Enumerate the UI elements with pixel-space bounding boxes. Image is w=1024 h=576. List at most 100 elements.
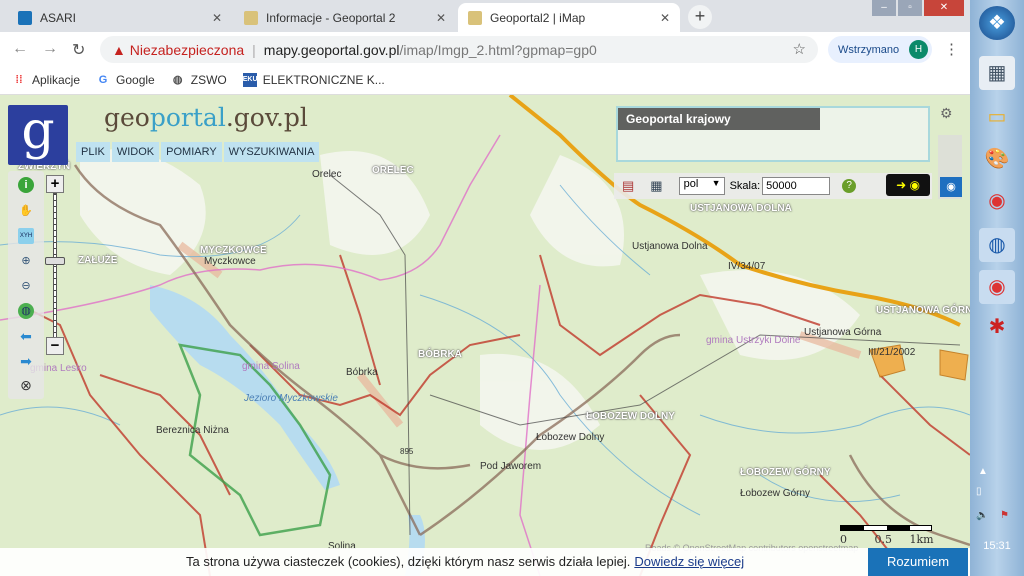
clear-icon[interactable]: ⊗ [18, 377, 34, 393]
close-tab-icon[interactable]: ✕ [436, 11, 446, 25]
close-window-button[interactable]: ✕ [924, 0, 964, 16]
learn-more-link[interactable]: Dowiedz się więcej [634, 554, 744, 569]
menu-plik[interactable]: PLIK [76, 142, 110, 162]
maximize-button[interactable]: ▫ [898, 0, 922, 16]
profile-button[interactable]: WstrzymanoH [828, 36, 932, 63]
chrome-icon[interactable]: ◉ [979, 184, 1015, 218]
map-canvas[interactable]: ZWIERZYŃ ORELEC Orelec MYCZKOWCE Myczkow… [0, 95, 970, 576]
scale-tick: 0.5 [875, 533, 893, 546]
accept-cookies-button[interactable]: Rozumiem [868, 548, 968, 576]
profile-label: Wstrzymano [838, 44, 899, 56]
globe-icon: ◍ [171, 73, 185, 87]
zoom-rail[interactable] [53, 193, 57, 338]
map-tools-panel: i ✋ XYH ⊕ ⊖ ◍ ⬅ ➡ ⊗ [8, 171, 44, 399]
scale-bar-graphic [840, 525, 932, 531]
address-bar[interactable]: ▲ Niezabezpieczona | mapy.geoportal.gov.… [100, 36, 818, 63]
close-tab-icon[interactable]: ✕ [212, 11, 222, 25]
zoom-slider[interactable]: + − [46, 175, 64, 355]
zoom-minus-button[interactable]: − [46, 337, 64, 355]
help-icon[interactable]: ? [842, 179, 856, 193]
dropdown-arrow-icon: ▼ [712, 178, 721, 188]
bookmark-label: ZSWO [191, 73, 227, 87]
place-label: Pod Jaworem [480, 461, 541, 472]
network-icon[interactable]: ▯ [976, 486, 982, 497]
url-path: /imap/Imgp_2.html?gpmap=gp0 [399, 42, 596, 58]
info-icon[interactable]: i [18, 177, 34, 193]
xyh-coordinates-icon[interactable]: XYH [18, 228, 34, 244]
brand-part: .gov.pl [226, 103, 308, 132]
eye-toggle-button[interactable]: ◉ [940, 177, 962, 197]
clock[interactable]: 15:31 [970, 540, 1024, 552]
layer-visibility-button[interactable]: ➜ ◉ [886, 174, 930, 196]
geoportal-brand: geoportal.gov.pl [104, 103, 308, 132]
place-label: Bóbrka [346, 367, 378, 378]
bookmark-label: Google [116, 73, 155, 87]
zoom-out-icon[interactable]: ⊖ [18, 278, 34, 294]
zoom-in-icon[interactable]: ⊕ [18, 253, 34, 269]
close-tab-icon[interactable]: ✕ [660, 11, 670, 25]
menu-pomiary[interactable]: POMIARY [161, 142, 222, 162]
zoom-plus-button[interactable]: + [46, 175, 64, 193]
tab-title: Informacje - Geoportal 2 [266, 11, 395, 25]
language-value: pol [684, 178, 699, 190]
file-explorer-icon[interactable]: ▭ [979, 100, 1015, 134]
place-label: MYCZKOWCE [200, 245, 267, 256]
legend-list-icon[interactable]: ▤ [622, 178, 634, 194]
volume-icon[interactable]: 🔈 [976, 510, 988, 521]
security-status[interactable]: Niezabezpieczona [130, 42, 244, 58]
geoportal-favicon-icon [468, 11, 482, 25]
back-icon[interactable]: ← [12, 40, 28, 58]
more-menu-icon[interactable]: ⋮ [944, 40, 959, 58]
pan-hand-icon[interactable]: ✋ [18, 203, 34, 219]
puzzle-app-icon[interactable]: ✱ [979, 310, 1015, 344]
start-button[interactable]: ❖ [979, 6, 1015, 40]
place-label: ZAŁUŻE [78, 255, 117, 266]
place-label: Orelec [312, 169, 341, 180]
divider: | [252, 42, 256, 58]
asari-favicon-icon [18, 11, 32, 25]
wms-icon[interactable]: ▦ [650, 178, 662, 194]
previous-view-icon[interactable]: ⬅ [18, 328, 34, 344]
new-tab-button[interactable]: + [688, 5, 712, 29]
lake-label: Jezioro Myczkowskie [244, 393, 338, 404]
windows-taskbar: ❖ ▦ ▭ 🎨 ◉ ◍ ◉ ✱ ▲ ▯ 🔈 ⚑ 15:31 [970, 0, 1024, 576]
bookmark-star-icon[interactable]: ☆ [793, 40, 806, 58]
place-label: ORELEC [372, 165, 414, 176]
overview-map[interactable]: Geoportal krajowy [616, 106, 930, 162]
zoom-handle[interactable] [45, 257, 65, 265]
place-label: ŁOBOZEW DOLNY [586, 411, 675, 422]
menu-wyszukiwania[interactable]: WYSZUKIWANIA [224, 142, 320, 162]
paint-icon[interactable]: 🎨 [979, 142, 1015, 176]
map-control-bar: ▤ ▦ pol▼ Skala: 50000 ? ➜ ◉ [614, 173, 932, 199]
minimize-button[interactable]: – [872, 0, 896, 16]
google-icon: G [96, 73, 110, 87]
tab-asari[interactable]: ASARI ✕ [8, 3, 232, 32]
reload-icon[interactable]: ↻ [72, 40, 85, 60]
geoportal-favicon-icon [244, 11, 258, 25]
tab-informacje[interactable]: Informacje - Geoportal 2 ✕ [234, 3, 456, 32]
scale-input[interactable]: 50000 [762, 177, 830, 195]
brand-part: geo [104, 103, 150, 132]
tray-expand-icon[interactable]: ▲ [978, 466, 988, 477]
bookmark-elektroniczne[interactable]: EKUELEKTRONICZNE K... [243, 73, 385, 87]
bookmark-zswo[interactable]: ◍ ZSWO [171, 73, 227, 87]
eku-icon: EKU [243, 73, 257, 87]
bookmark-aplikacje[interactable]: ⁞⁞Aplikacje [12, 73, 80, 87]
settings-gear-icon[interactable]: ⚙ [940, 105, 953, 122]
bookmark-google[interactable]: G Google [96, 73, 155, 87]
geoportal-logo[interactable]: g [8, 105, 68, 165]
next-view-icon[interactable]: ➡ [18, 353, 34, 369]
forward-icon[interactable]: → [42, 40, 58, 58]
app-icon[interactable]: ◍ [979, 228, 1015, 262]
tab-geoportal-imap[interactable]: Geoportal2 | iMap✕ [458, 3, 680, 32]
full-extent-globe-icon[interactable]: ◍ [18, 303, 34, 319]
parcel-label: III/21/2002 [868, 347, 915, 358]
calculator-icon[interactable]: ▦ [979, 56, 1015, 90]
chrome-active-icon[interactable]: ◉ [979, 270, 1015, 304]
cookie-message: Ta strona używa ciasteczek (cookies), dz… [186, 554, 630, 569]
road-number-label: 895 [400, 447, 413, 456]
language-select[interactable]: pol ▼ [679, 177, 725, 195]
menu-widok[interactable]: WIDOK [112, 142, 159, 162]
action-center-icon[interactable]: ⚑ [1000, 510, 1009, 521]
tab-title: ASARI [40, 11, 76, 25]
